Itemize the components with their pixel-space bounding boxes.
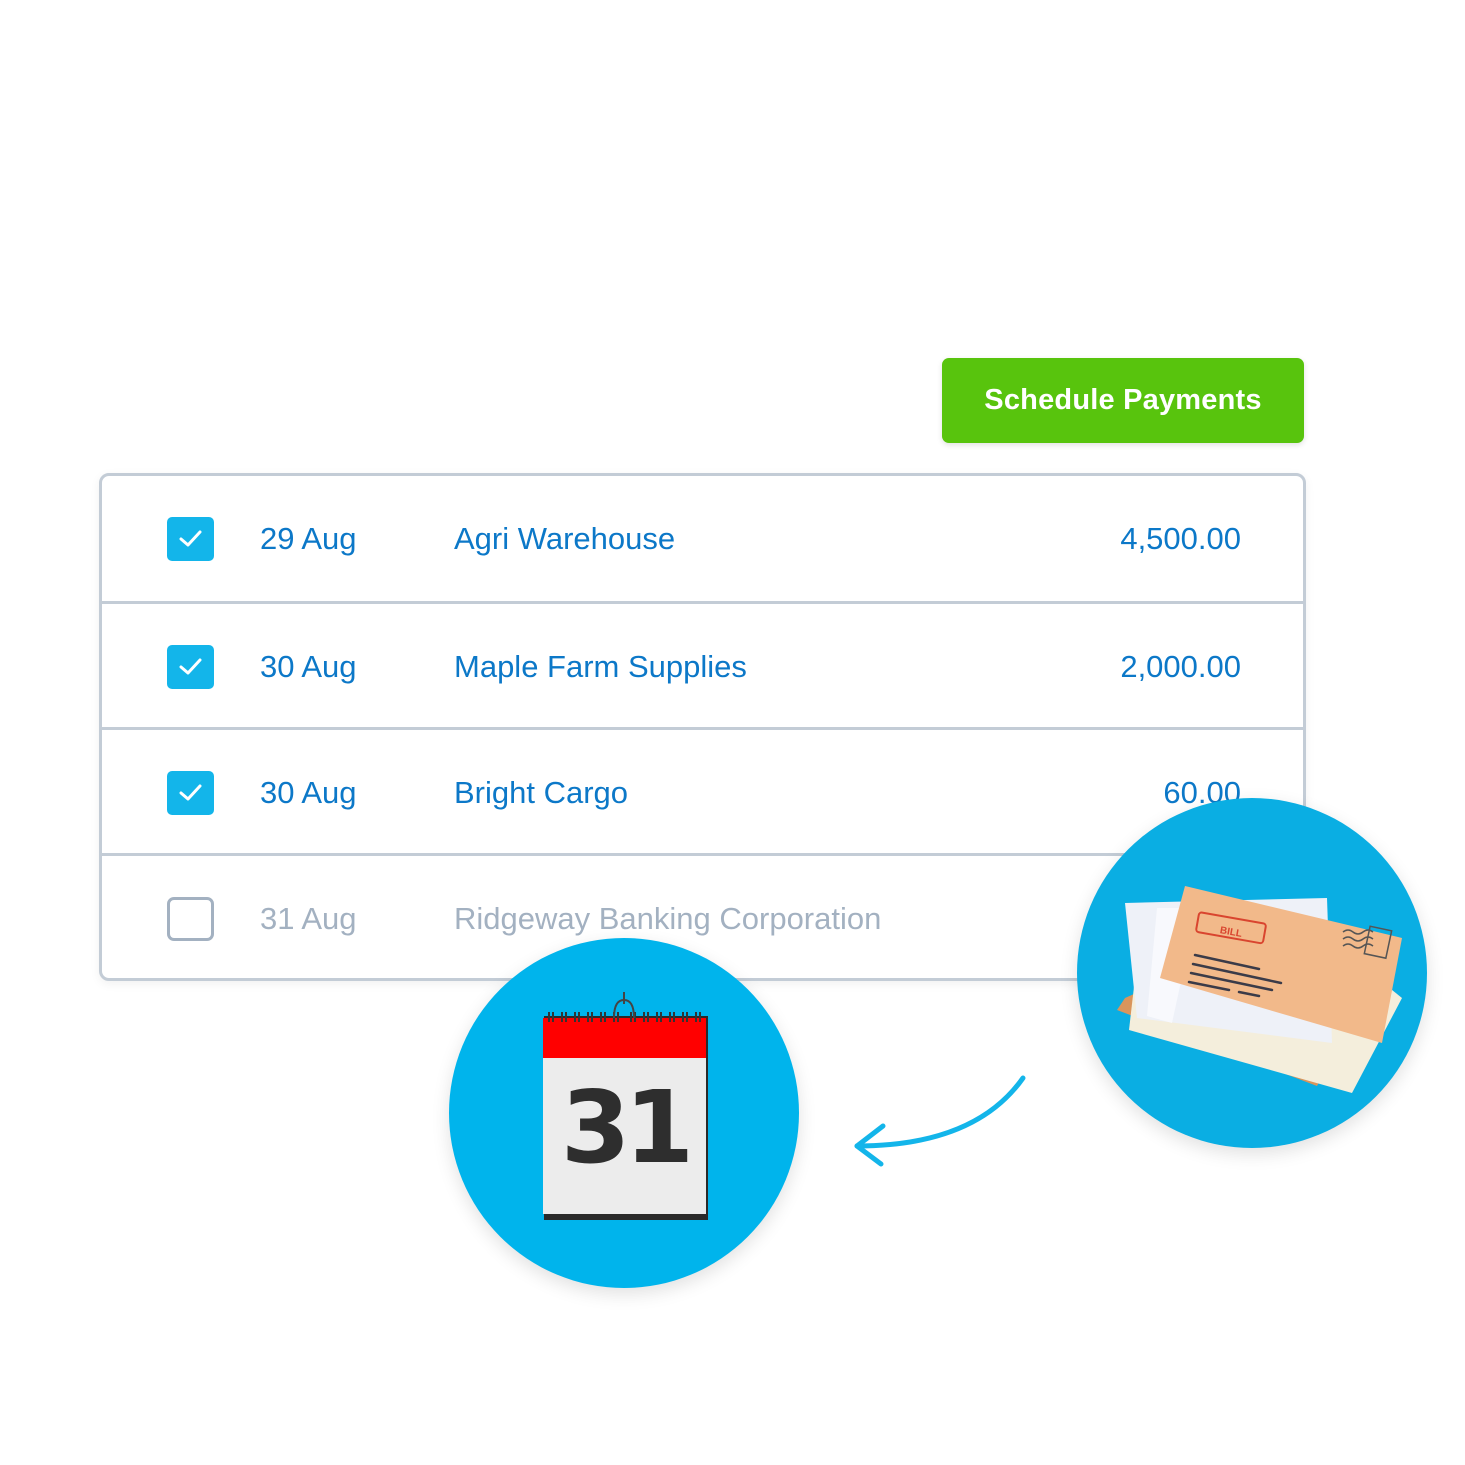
row-checkbox[interactable] <box>167 897 214 941</box>
row-amount: 2,000.00 <box>1120 649 1241 684</box>
envelope-stack-icon: BILL <box>1117 886 1402 1093</box>
calendar-day: 31 <box>560 1069 694 1186</box>
row-date: 30 Aug <box>260 775 357 810</box>
checkmark-icon <box>179 530 202 547</box>
schedule-payments-button[interactable]: Schedule Payments <box>942 358 1304 443</box>
row-checkbox[interactable] <box>167 645 214 689</box>
checkmark-icon <box>179 784 202 801</box>
row-payee[interactable]: Agri Warehouse <box>454 476 675 601</box>
row-checkbox[interactable] <box>167 517 214 561</box>
table-row[interactable]: 29 Aug Agri Warehouse 4,500.00 <box>102 476 1303 601</box>
envelopes-illustration: BILL <box>1077 798 1427 1148</box>
curved-arrow-left-icon <box>854 1075 1026 1167</box>
row-payee[interactable]: Bright Cargo <box>454 730 628 855</box>
row-date: 29 Aug <box>260 521 357 556</box>
calendar-illustration: 31 <box>449 938 799 1288</box>
row-date: 31 Aug <box>260 901 357 936</box>
row-amount: 4,500.00 <box>1120 521 1241 556</box>
row-checkbox[interactable] <box>167 771 214 815</box>
row-date: 30 Aug <box>260 649 357 684</box>
row-payee[interactable]: Maple Farm Supplies <box>454 604 747 729</box>
table-row[interactable]: 30 Aug Maple Farm Supplies 2,000.00 <box>102 601 1303 729</box>
checkmark-icon <box>179 658 202 675</box>
